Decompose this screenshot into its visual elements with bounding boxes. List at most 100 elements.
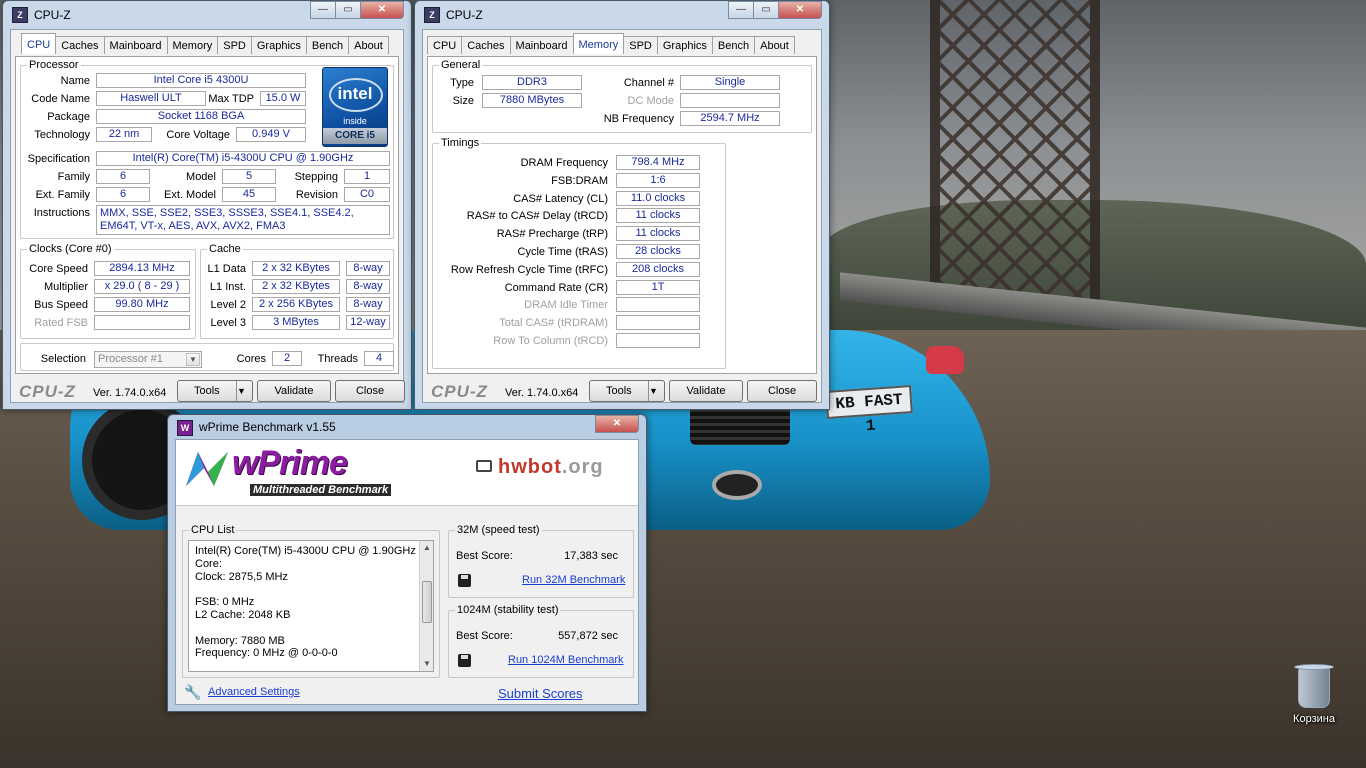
- timing-value: 11 clocks: [616, 226, 700, 242]
- timing-value: 28 clocks: [616, 244, 700, 259]
- close-window-button[interactable]: ✕: [595, 415, 639, 433]
- tab-caches[interactable]: Caches: [55, 36, 105, 54]
- scroll-down-icon[interactable]: ▼: [420, 657, 434, 671]
- instructions-value: MMX, SSE, SSE2, SSE3, SSSE3, SSE4.1, SSE…: [96, 205, 390, 235]
- titlebar[interactable]: W wPrime Benchmark v1.55 ✕: [175, 415, 639, 439]
- busspeed-label: Bus Speed: [34, 299, 88, 311]
- l1inst-way: 8-way: [346, 279, 390, 294]
- validate-button[interactable]: Validate: [669, 380, 743, 402]
- timing-label: Cycle Time (tRAS): [517, 246, 608, 258]
- tab-graphics[interactable]: Graphics: [250, 36, 307, 54]
- nbfreq-label: NB Frequency: [603, 113, 674, 125]
- wprime-logo: wPrime: [232, 444, 348, 482]
- timing-label: Total CAS# (tRDRAM): [499, 317, 608, 330]
- type-label: Type: [450, 77, 474, 89]
- wrench-icon: 🔧: [184, 684, 202, 700]
- close-window-button[interactable]: ✕: [778, 1, 822, 19]
- cpu-list-scrollbar[interactable]: ▲ ▼: [419, 541, 433, 671]
- cores-label: Cores: [236, 353, 266, 365]
- timings-legend: Timings: [441, 137, 480, 149]
- multiplier-label: Multiplier: [43, 281, 88, 293]
- dcmode-label: DC Mode: [627, 95, 674, 107]
- titlebar[interactable]: Z CPU-Z — ▭ ✕: [422, 1, 822, 29]
- timing-label: Row To Column (tRCD): [493, 335, 608, 347]
- tools-button[interactable]: Tools ▼: [177, 380, 253, 402]
- run-1024m-link[interactable]: Run 1024M Benchmark: [508, 654, 624, 666]
- tab-bench[interactable]: Bench: [711, 36, 756, 54]
- tab-memory[interactable]: Memory: [572, 33, 625, 54]
- caption-buttons: ✕: [595, 415, 639, 433]
- timing-value: 1:6: [616, 172, 700, 188]
- submit-scores-link[interactable]: Submit Scores: [498, 686, 583, 701]
- package-value: Socket 1168 BGA: [96, 109, 306, 124]
- close-button[interactable]: Close: [747, 380, 817, 402]
- minimize-button[interactable]: —: [310, 1, 336, 19]
- test32-score-value: 17,383 sec: [564, 550, 618, 562]
- scrollbar-thumb[interactable]: [422, 581, 432, 623]
- tab-memory[interactable]: Memory: [166, 36, 219, 54]
- close-window-button[interactable]: ✕: [360, 1, 404, 19]
- model-value: 5: [222, 169, 276, 184]
- run-32m-link[interactable]: Run 32M Benchmark: [522, 574, 625, 586]
- processor-select-value: Processor #1: [98, 353, 163, 365]
- tools-dropdown-arrow-icon[interactable]: ▼: [648, 381, 664, 401]
- maximize-button[interactable]: ▭: [335, 1, 361, 19]
- spec-value: Intel(R) Core(TM) i5-4300U CPU @ 1.90GHz: [96, 151, 390, 166]
- validate-button[interactable]: Validate: [257, 380, 331, 402]
- recycle-bin-icon[interactable]: [1292, 662, 1336, 708]
- processor-select[interactable]: Processor #1 ▼: [94, 351, 202, 368]
- cpuz-app-icon: Z: [424, 7, 440, 23]
- cpu-list-line: Core:: [195, 557, 222, 570]
- stepping-label: Stepping: [294, 171, 338, 183]
- maxtdp-label: Max TDP: [208, 93, 254, 105]
- test1024-legend: 1024M (stability test): [457, 604, 559, 616]
- cpu-list-textbox[interactable]: Intel(R) Core(TM) i5-4300U CPU @ 1.90GHz…: [188, 540, 434, 672]
- cpu-list-line: FSB: 0 MHz: [195, 596, 255, 609]
- tab-bench[interactable]: Bench: [305, 36, 350, 54]
- titlebar[interactable]: Z CPU-Z — ▭ ✕: [10, 1, 404, 29]
- advanced-settings-link[interactable]: Advanced Settings: [208, 686, 300, 698]
- timing-value: 11.0 clocks: [616, 190, 700, 206]
- threads-label: Threads: [317, 353, 358, 365]
- tab-mainboard[interactable]: Mainboard: [509, 36, 574, 54]
- save-disk-icon[interactable]: [458, 654, 471, 667]
- maximize-button[interactable]: ▭: [753, 1, 779, 19]
- cpu-list-lines: Intel(R) Core(TM) i5-4300U CPU @ 1.90GHz…: [195, 545, 427, 660]
- tools-dropdown-arrow-icon[interactable]: ▼: [236, 381, 252, 401]
- timing-label: Row Refresh Cycle Time (tRFC): [450, 263, 608, 276]
- minimize-button[interactable]: —: [728, 1, 754, 19]
- hwbot-robot-icon: [476, 460, 492, 472]
- name-value: Intel Core i5 4300U: [96, 73, 306, 88]
- tab-graphics[interactable]: Graphics: [656, 36, 713, 54]
- timing-value: 798.4 MHz: [616, 155, 700, 170]
- wprime-subtitle: Multithreaded Benchmark: [250, 484, 392, 496]
- package-label: Package: [47, 111, 90, 123]
- level3-way: 12-way: [346, 315, 390, 330]
- clocks-legend: Clocks (Core #0): [29, 243, 112, 255]
- tab-spd[interactable]: SPD: [623, 36, 658, 54]
- timing-label: DRAM Idle Timer: [524, 299, 608, 312]
- window-client: CPU Caches Mainboard Memory SPD Graphics…: [10, 29, 405, 403]
- window-client: CPU Caches Mainboard Memory SPD Graphics…: [422, 29, 822, 403]
- cpuz-window-cpu: Z CPU-Z — ▭ ✕ CPU Caches Mainboard Memor…: [2, 0, 412, 410]
- tab-caches[interactable]: Caches: [461, 36, 511, 54]
- hwbot-logo: hwbot.org: [498, 456, 604, 479]
- close-button[interactable]: Close: [335, 380, 405, 402]
- cpuz-brand-logo: CPU-Z: [431, 382, 488, 401]
- l1inst-label: L1 Inst.: [209, 281, 246, 293]
- save-disk-icon[interactable]: [458, 574, 471, 587]
- tab-cpu[interactable]: CPU: [21, 33, 57, 54]
- test1024-score-value: 557,872 sec: [558, 630, 618, 642]
- tab-mainboard[interactable]: Mainboard: [103, 36, 168, 54]
- tab-about[interactable]: About: [754, 36, 795, 54]
- tools-button[interactable]: Tools ▼: [589, 380, 665, 402]
- scroll-up-icon[interactable]: ▲: [420, 541, 434, 555]
- intel-logo-brand: intel: [337, 84, 373, 103]
- recycle-bin-label[interactable]: Корзина: [1282, 713, 1346, 725]
- hwbot-logo-tld: .org: [561, 456, 604, 478]
- tab-cpu[interactable]: CPU: [427, 36, 463, 54]
- tab-about[interactable]: About: [348, 36, 389, 54]
- tab-spd[interactable]: SPD: [217, 36, 252, 54]
- l1inst-value: 2 x 32 KBytes: [252, 279, 340, 294]
- cpu-list-line: [195, 583, 427, 596]
